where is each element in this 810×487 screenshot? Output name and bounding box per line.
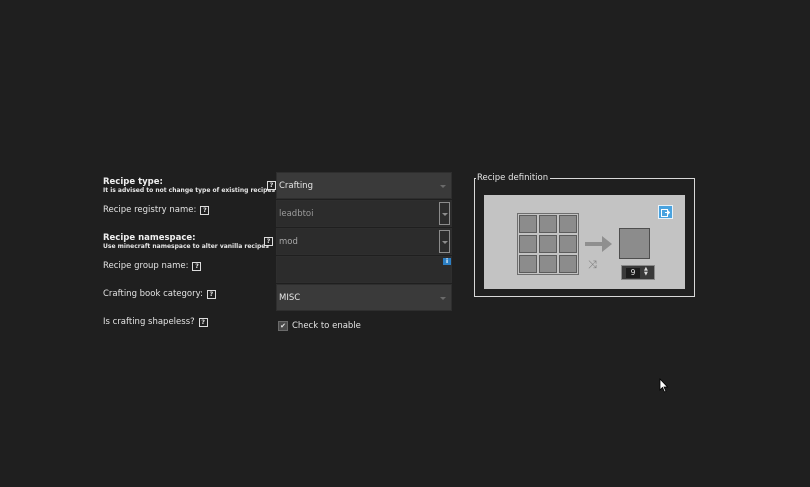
shapeless-checkbox-row[interactable]: ✔ Check to enable xyxy=(278,321,361,331)
registry-name-help-icon[interactable]: ? xyxy=(200,205,210,215)
crafting-slot-9[interactable] xyxy=(559,255,577,273)
book-category-value: MISC xyxy=(279,292,301,303)
crafting-grid xyxy=(517,213,579,275)
export-button[interactable] xyxy=(658,205,673,219)
crafting-slot-3[interactable] xyxy=(559,215,577,233)
recipe-definition-title: Recipe definition xyxy=(476,173,551,183)
registry-name-value: leadbtoi xyxy=(279,208,314,219)
output-count-value[interactable]: 9 xyxy=(626,268,640,278)
recipe-type-label: Recipe type: xyxy=(103,177,163,187)
export-icon xyxy=(661,209,670,217)
book-category-label: Crafting book category: xyxy=(103,289,203,299)
dropdown-caret-icon xyxy=(440,297,446,300)
group-name-help-icon[interactable]: ? xyxy=(192,261,202,271)
output-count-spinner[interactable]: 9 ▲ ▼ xyxy=(621,265,655,280)
output-slot[interactable] xyxy=(619,228,650,259)
recipe-type-help-icon[interactable]: ? xyxy=(267,181,276,190)
shapeless-help-icon[interactable]: ? xyxy=(198,317,208,327)
group-name-input[interactable] xyxy=(276,256,452,283)
dropdown-caret-icon xyxy=(440,185,446,188)
crafting-slot-6[interactable] xyxy=(559,235,577,253)
namespace-combo[interactable]: mod xyxy=(276,228,452,255)
shapeless-checkbox[interactable]: ✔ xyxy=(278,321,288,331)
spinner-arrows[interactable]: ▲ ▼ xyxy=(644,267,648,277)
shapeless-label-group: Is crafting shapeless? ? xyxy=(103,317,208,327)
namespace-help-icon[interactable]: ? xyxy=(264,237,273,246)
recipe-type-hint: It is advised to not change type of exis… xyxy=(103,187,276,194)
namespace-label: Recipe namespace: xyxy=(103,233,196,243)
shapeless-label: Is crafting shapeless? xyxy=(103,317,195,327)
registry-name-label: Recipe registry name: xyxy=(103,205,197,215)
registry-name-combo[interactable]: leadbtoi xyxy=(276,200,452,227)
recipe-type-label-group: Recipe type: It is advised to not change… xyxy=(103,177,275,195)
group-name-label: Recipe group name: xyxy=(103,261,189,271)
group-name-label-group: Recipe group name: ? xyxy=(103,261,202,271)
crafting-slot-8[interactable] xyxy=(539,255,557,273)
namespace-label-group: Recipe namespace: Use minecraft namespac… xyxy=(103,233,269,251)
spin-down-icon[interactable]: ▼ xyxy=(644,272,648,277)
crafting-slot-4[interactable] xyxy=(519,235,537,253)
registry-name-dropdown-button[interactable] xyxy=(439,202,450,225)
mouse-cursor-icon xyxy=(659,378,669,393)
book-category-help-icon[interactable]: ? xyxy=(206,289,216,299)
crafting-slot-5[interactable] xyxy=(539,235,557,253)
book-category-dropdown[interactable]: MISC xyxy=(276,284,452,311)
shapeless-checkbox-label[interactable]: Check to enable xyxy=(292,321,361,331)
arrow-head-icon xyxy=(602,236,612,252)
crafting-slot-2[interactable] xyxy=(539,215,557,233)
recipe-type-value: Crafting xyxy=(279,180,313,191)
book-category-label-group: Crafting book category: ? xyxy=(103,289,216,299)
namespace-value: mod xyxy=(279,236,298,247)
namespace-hint: Use minecraft namespace to alter vanilla… xyxy=(103,243,269,250)
crafting-slot-1[interactable] xyxy=(519,215,537,233)
registry-name-label-group: Recipe registry name: ? xyxy=(103,205,210,215)
namespace-dropdown-button[interactable] xyxy=(439,230,450,253)
crafting-slot-7[interactable] xyxy=(519,255,537,273)
recipe-type-dropdown[interactable]: Crafting xyxy=(276,172,452,199)
arrow-icon xyxy=(585,242,603,246)
info-icon[interactable]: i xyxy=(443,258,451,265)
shuffle-icon[interactable]: ⤨ xyxy=(588,259,597,271)
